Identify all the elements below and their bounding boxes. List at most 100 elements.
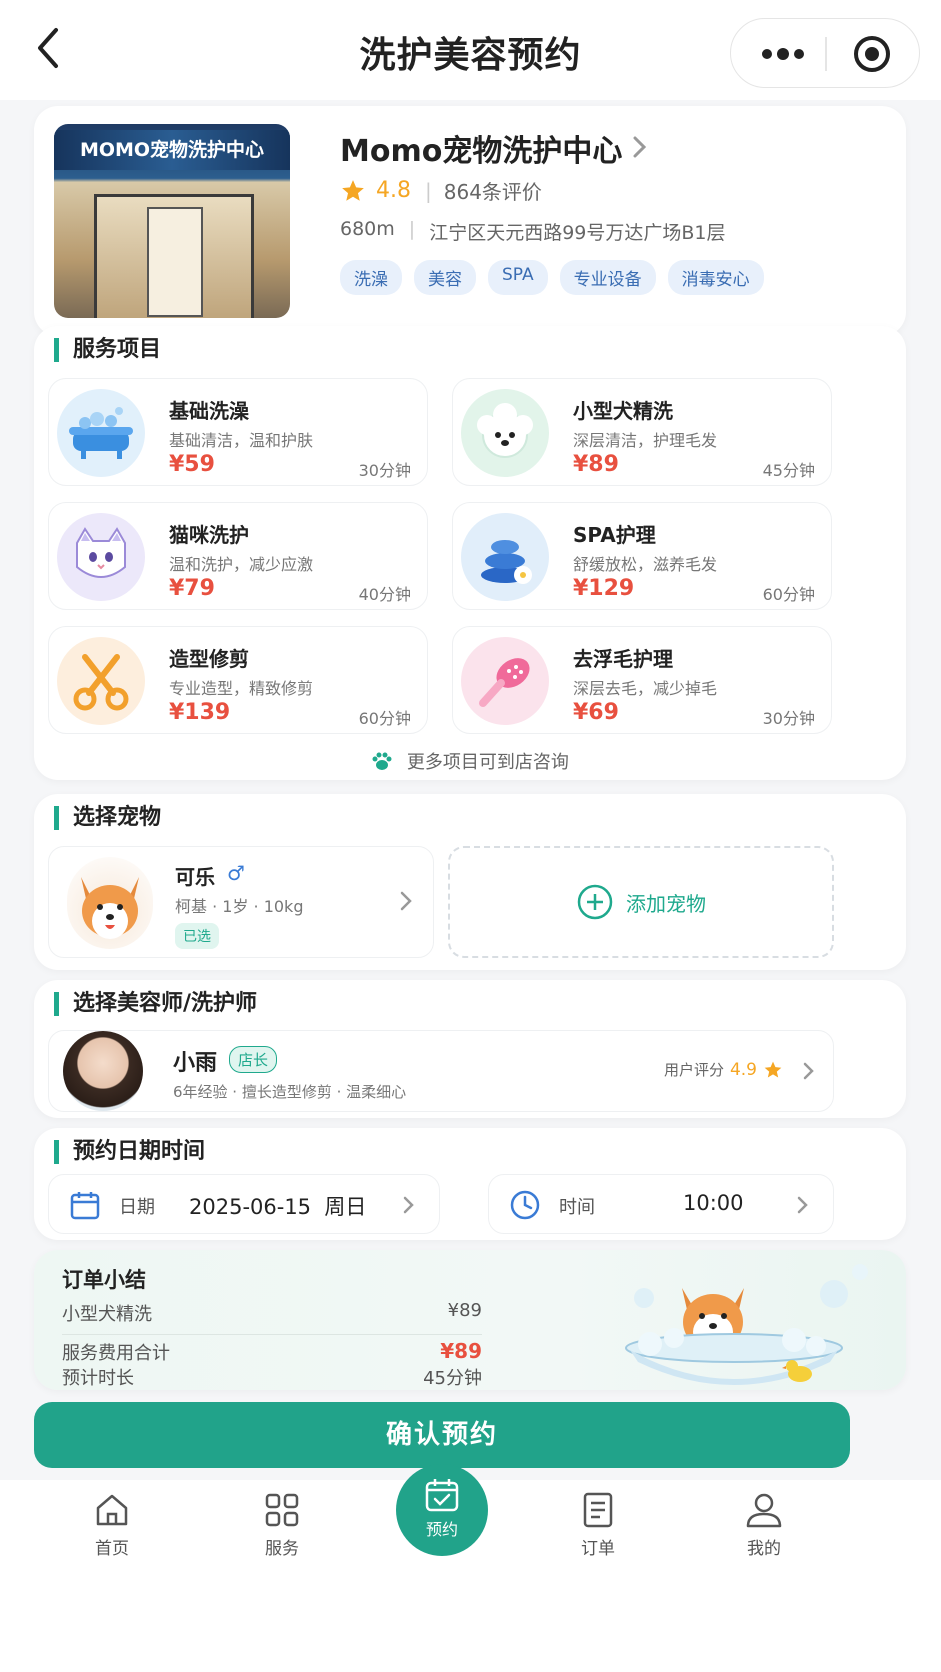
section-title: 预约日期时间 <box>54 1140 205 1164</box>
pet-name: 可乐 <box>175 865 215 889</box>
shop-sign: MOMO宠物洗护中心 <box>54 130 290 170</box>
shop-card[interactable]: MOMO宠物洗护中心 Momo宠物洗护中心 4.8 | 864条评价 680m … <box>34 106 906 336</box>
tab-booking[interactable]: 预约 <box>396 1464 488 1556</box>
section-title: 服务项目 <box>54 338 161 362</box>
summary-duration-row: 预计时长 45分钟 <box>62 1364 482 1390</box>
capsule-divider <box>825 37 827 71</box>
groomer-desc: 6年经验 · 擅长造型修剪 · 温柔细心 <box>173 1083 407 1101</box>
service-card[interactable]: 小型犬精洗 深层清洁，护理毛发 ¥89 45分钟 <box>452 378 832 486</box>
male-icon: ♂ <box>227 861 245 885</box>
service-card[interactable]: SPA护理 舒缓放松，滋养毛发 ¥129 60分钟 <box>452 502 832 610</box>
add-pet-button[interactable]: 添加宠物 <box>448 846 834 958</box>
star-icon <box>342 179 364 201</box>
service-card[interactable]: 去浮毛护理 深层去毛，减少掉毛 ¥69 30分钟 <box>452 626 832 734</box>
calendar-icon <box>70 1192 100 1220</box>
date-picker[interactable]: 日期 2025-06-15 周日 <box>48 1174 440 1234</box>
service-desc: 深层清洁，护理毛发 <box>573 431 718 450</box>
service-duration: 60分钟 <box>358 709 411 728</box>
pet-section: 选择宠物 可乐 ♂ 柯基 · 1岁 · 10kg 已选 添加宠物 <box>34 794 906 970</box>
confirm-booking-button[interactable]: 确认预约 <box>34 1402 850 1468</box>
shop-distance: 680m <box>340 218 395 240</box>
service-name: 猫咪洗护 <box>169 523 249 547</box>
tag: SPA <box>488 260 548 295</box>
tag: 专业设备 <box>559 260 656 295</box>
chevron-right-icon[interactable] <box>630 132 650 162</box>
service-desc: 深层去毛，减少掉毛 <box>573 679 718 698</box>
review-count[interactable]: 864条评价 <box>444 176 542 205</box>
grid-icon <box>265 1493 299 1527</box>
tab-label: 预约 <box>425 1520 458 1539</box>
pet-info: 柯基 · 1岁 · 10kg <box>175 897 304 916</box>
shop-door <box>94 194 254 318</box>
home-icon <box>96 1494 128 1526</box>
more-hint-text: 更多项目可到店咨询 <box>406 752 569 773</box>
service-name: SPA护理 <box>573 523 656 547</box>
separator: | <box>408 218 416 240</box>
close-target-icon[interactable] <box>851 33 893 75</box>
scissors-icon <box>57 637 145 725</box>
service-name: 小型犬精洗 <box>573 399 673 423</box>
shop-rating: 4.8 <box>376 178 411 203</box>
groomer-name: 小雨 <box>173 1051 218 1076</box>
tab-label: 我的 <box>747 1539 781 1559</box>
score-value: 4.9 <box>729 1059 757 1080</box>
more-icon[interactable] <box>759 39 807 69</box>
score-label: 用户评分 <box>663 1061 724 1079</box>
service-name: 造型修剪 <box>169 647 249 671</box>
service-desc: 基础清洁，温和护肤 <box>169 431 314 450</box>
tag: 洗澡 <box>340 260 402 295</box>
service-name: 基础洗澡 <box>169 399 249 423</box>
shop-name[interactable]: Momo宠物洗护中心 <box>340 126 622 170</box>
service-duration: 40分钟 <box>358 585 411 604</box>
user-icon <box>746 1493 782 1528</box>
groomer-score: 用户评分 4.9 <box>664 1059 783 1080</box>
service-price: ¥79 <box>169 576 215 601</box>
add-pet-label: 添加宠物 <box>626 891 706 916</box>
service-desc: 专业造型，精致修剪 <box>169 679 314 698</box>
star-icon <box>764 1061 782 1077</box>
service-card[interactable]: 猫咪洗护 温和洗护，减少应激 ¥79 40分钟 <box>48 502 428 610</box>
service-price: ¥59 <box>169 452 215 477</box>
service-desc: 温和洗护，减少应激 <box>169 555 314 574</box>
calendar-check-icon <box>425 1479 459 1512</box>
groomer-card[interactable]: 小雨 店长 6年经验 · 擅长造型修剪 · 温柔细心 用户评分 4.9 <box>48 1030 834 1112</box>
chevron-right-icon <box>797 1195 809 1215</box>
chevron-right-icon[interactable] <box>803 1061 815 1081</box>
service-card[interactable]: 基础洗澡 基础清洁，温和护肤 ¥59 30分钟 <box>48 378 428 486</box>
summary-title: 订单小结 <box>62 1268 146 1292</box>
services-section: 服务项目 基础洗澡 基础清洁，温和护肤 ¥59 30分钟 小型犬精洗 深层清洁，… <box>34 326 906 780</box>
section-title: 选择宠物 <box>54 806 161 830</box>
service-desc: 舒缓放松，滋养毛发 <box>573 555 718 574</box>
service-name: 去浮毛护理 <box>573 647 673 671</box>
service-price: ¥139 <box>169 700 231 725</box>
groomer-badge: 店长 <box>229 1046 278 1073</box>
cat-icon <box>57 513 145 601</box>
date-label: 日期 <box>119 1197 155 1218</box>
spa-stones-icon <box>461 513 549 601</box>
more-services-hint[interactable]: 更多项目可到店咨询 <box>34 748 906 774</box>
service-price: ¥129 <box>573 576 635 601</box>
time-label: 时间 <box>559 1197 595 1218</box>
top-bar: 洗护美容预约 <box>0 0 941 100</box>
summary-duration-value: 45分钟 <box>423 1368 482 1389</box>
chevron-right-icon[interactable] <box>399 889 413 913</box>
pet-card-selected[interactable]: 可乐 ♂ 柯基 · 1岁 · 10kg 已选 <box>48 846 434 958</box>
summary-total-value: ¥89 <box>440 1339 482 1363</box>
tab-services[interactable]: 服务 <box>232 1490 332 1559</box>
tab-profile[interactable]: 我的 <box>714 1490 814 1559</box>
shop-photo: MOMO宠物洗护中心 <box>54 124 290 318</box>
brush-icon <box>461 637 549 725</box>
groomer-avatar <box>63 1031 143 1111</box>
service-card[interactable]: 造型修剪 专业造型，精致修剪 ¥139 60分钟 <box>48 626 428 734</box>
summary-total-row: 服务费用合计 ¥89 <box>62 1334 482 1365</box>
service-duration: 30分钟 <box>762 709 815 728</box>
service-price: ¥89 <box>573 452 619 477</box>
summary-duration-label: 预计时长 <box>62 1368 134 1389</box>
tab-orders[interactable]: 订单 <box>548 1490 648 1559</box>
tab-home[interactable]: 首页 <box>62 1490 162 1559</box>
summary-item-name: 小型犬精洗 <box>62 1304 152 1325</box>
time-picker[interactable]: 时间 10:00 <box>488 1174 834 1234</box>
tag: 美容 <box>414 260 476 295</box>
service-duration: 45分钟 <box>762 461 815 480</box>
shop-tags: 洗澡 美容 SPA 专业设备 消毒安心 <box>340 260 764 295</box>
